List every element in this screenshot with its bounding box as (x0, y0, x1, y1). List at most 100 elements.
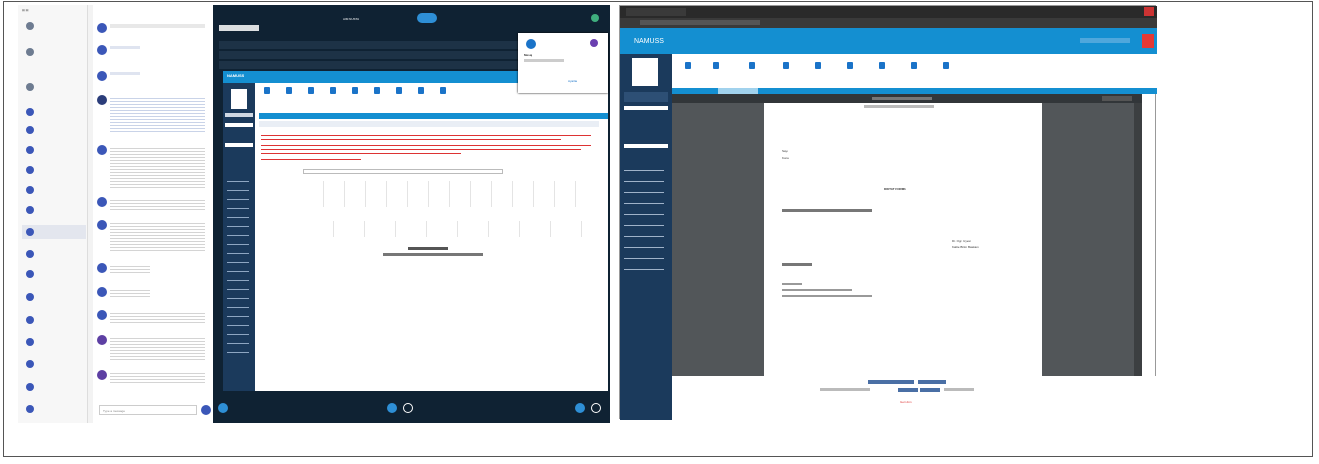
popup-title: Mesaj (524, 53, 533, 57)
alert-line (261, 139, 561, 140)
avatar (590, 39, 598, 47)
sidebar-contact[interactable] (22, 357, 86, 371)
scrollbar[interactable] (1134, 103, 1142, 376)
pdf-viewer: Sayı Konu DIKTAT FORMU Dr. Ogr. Uyesi Ka… (672, 103, 1142, 376)
sidebar-contact[interactable] (22, 105, 86, 119)
toolbar-button[interactable] (842, 62, 858, 80)
message (97, 45, 209, 65)
search-icon[interactable] (778, 62, 794, 80)
doc-body (782, 263, 812, 266)
app-header: NAMUSS (620, 28, 1157, 54)
sidebar-contact[interactable] (22, 290, 86, 304)
select-field[interactable] (624, 106, 668, 110)
sidebar-contact[interactable] (22, 267, 86, 281)
toolbar-button[interactable] (810, 62, 826, 80)
sidebar-item-calendar[interactable] (22, 45, 86, 59)
avatar[interactable] (591, 14, 599, 22)
pdf-page-indicator (872, 97, 932, 100)
doc-body (782, 209, 872, 212)
sidebar-item-activity[interactable] (22, 19, 86, 33)
message (97, 263, 209, 279)
browser-tab[interactable] (626, 8, 686, 16)
select-field[interactable] (624, 144, 668, 148)
doc-header (864, 105, 934, 108)
pdf-actions[interactable] (1102, 96, 1132, 101)
data-table[interactable] (303, 221, 583, 237)
chat-messages: Type a message (93, 5, 213, 423)
popup-text (524, 59, 564, 62)
inner-tabs[interactable] (259, 113, 608, 119)
sidebar-item-files[interactable] (22, 80, 86, 94)
send-icon[interactable] (201, 405, 211, 415)
sidebar-contact[interactable] (22, 123, 86, 137)
footer-checkbox[interactable] (820, 388, 870, 391)
inner-menu[interactable] (227, 173, 249, 353)
action-button[interactable] (383, 253, 483, 256)
add-button[interactable] (218, 403, 228, 413)
help-button[interactable] (591, 403, 601, 413)
sidebar-contact[interactable] (22, 163, 86, 177)
popup-link[interactable]: Ayarlar (568, 79, 577, 83)
sidebar-contact[interactable] (22, 183, 86, 197)
logout-button[interactable] (1142, 34, 1154, 48)
toolbar-button[interactable] (680, 62, 696, 80)
search-icon[interactable] (744, 62, 760, 80)
search-icon[interactable] (325, 87, 341, 105)
search-input[interactable] (1080, 38, 1130, 43)
share-button[interactable] (575, 403, 585, 413)
toolbar-button[interactable] (259, 87, 275, 105)
message-input[interactable]: Type a message (99, 405, 197, 415)
sidebar-contact[interactable] (22, 335, 86, 349)
footer-button[interactable] (918, 380, 946, 384)
form-field[interactable] (303, 169, 503, 174)
toolbar-button[interactable] (347, 87, 363, 105)
doc-body (782, 289, 852, 291)
sidebar-contact[interactable] (22, 380, 86, 394)
avatar (632, 58, 658, 86)
browser-window: NAMUSS Sayı Konu DIKTAT FORMU Dr. Ogr. U… (619, 5, 1157, 420)
sidebar-contact[interactable] (22, 247, 86, 261)
alert-line (261, 153, 461, 154)
doc-body (782, 283, 802, 285)
toolbar-button[interactable] (369, 87, 385, 105)
toggle-button[interactable] (417, 13, 437, 23)
sidebar-contact[interactable] (22, 143, 86, 157)
toolbar-button[interactable] (281, 87, 297, 105)
inner-section-title (259, 121, 599, 127)
sidebar-contact-selected[interactable] (22, 225, 86, 239)
message (97, 287, 209, 303)
close-icon[interactable] (1144, 7, 1154, 16)
select-field[interactable] (225, 143, 253, 147)
pdf-page: Sayı Konu DIKTAT FORMU Dr. Ogr. Uyesi Ka… (764, 103, 1042, 376)
settings-button[interactable] (403, 403, 413, 413)
toolbar-button[interactable] (391, 87, 407, 105)
footer-checkbox[interactable] (944, 388, 974, 391)
address-bar[interactable] (620, 18, 1157, 28)
sidebar-contact[interactable] (22, 402, 86, 416)
sidebar-contact[interactable] (22, 203, 86, 217)
url-field[interactable] (640, 20, 760, 25)
footer-button[interactable] (868, 380, 914, 384)
call-button[interactable] (387, 403, 397, 413)
select-field[interactable] (225, 123, 253, 127)
footer-button[interactable] (898, 388, 918, 392)
toolbar-button[interactable] (413, 87, 429, 105)
search-icon[interactable] (303, 87, 319, 105)
footer-button[interactable] (920, 388, 940, 392)
toolbar-button[interactable] (708, 62, 724, 80)
sidebar-contact[interactable] (22, 313, 86, 327)
user-add-icon[interactable] (938, 62, 954, 80)
data-table[interactable] (303, 181, 583, 207)
breadcrumb[interactable] (219, 25, 259, 31)
action-button[interactable] (408, 247, 448, 250)
back-link[interactable]: Geri dön (900, 400, 912, 404)
toolbar-button[interactable] (874, 62, 890, 80)
doc-line: Konu (782, 156, 790, 160)
toolbar-button[interactable] (906, 62, 922, 80)
message (97, 145, 209, 191)
user-add-icon[interactable] (435, 87, 451, 105)
message (97, 23, 209, 43)
app-menu[interactable] (624, 160, 664, 270)
avatar (231, 89, 247, 109)
app-name: NAMUSS (634, 38, 664, 45)
